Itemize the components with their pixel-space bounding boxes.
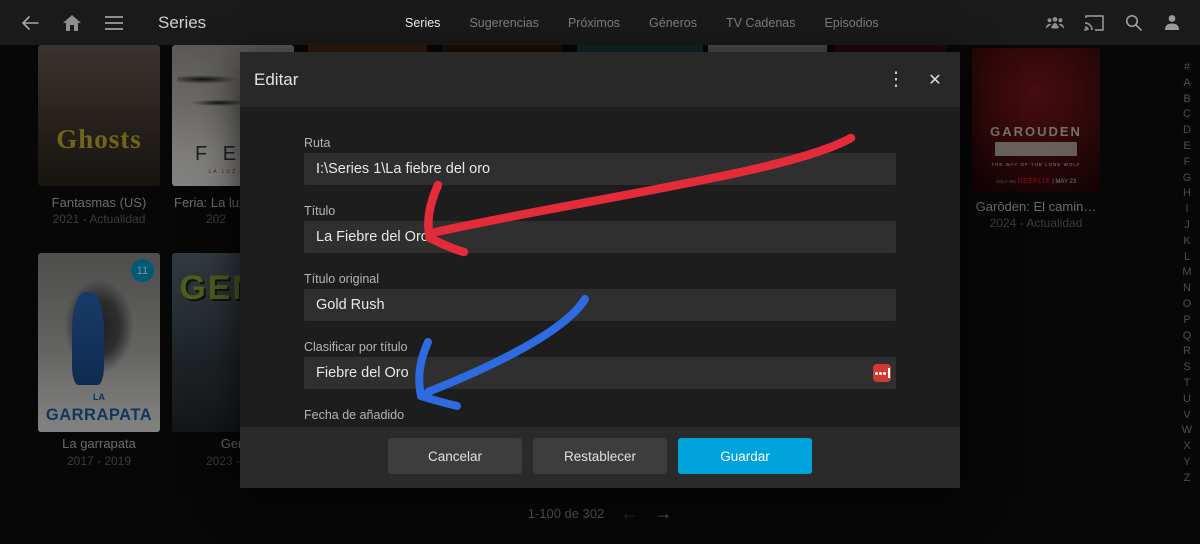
tab-sugerencias[interactable]: Sugerencias [469,16,539,30]
top-navbar: Series Series Sugerencias Próximos Géner… [0,0,1200,45]
home-icon[interactable] [62,13,82,33]
field-label-titulo-original: Título original [304,272,379,286]
autofill-extension-icon[interactable] [873,364,891,382]
clasificar-input[interactable] [304,357,896,389]
user-icon[interactable] [1162,13,1182,33]
reset-button[interactable]: Restablecer [533,438,667,474]
back-icon[interactable] [20,13,40,33]
cancel-button[interactable]: Cancelar [388,438,522,474]
close-icon[interactable]: ✕ [922,52,948,107]
field-label-clasificar: Clasificar por título [304,340,408,354]
more-options-icon[interactable]: ⋮ [884,52,908,107]
titulo-input[interactable] [304,221,896,253]
tab-tv-cadenas[interactable]: TV Cadenas [726,16,795,30]
field-label-fecha: Fecha de añadido [304,408,404,422]
save-button[interactable]: Guardar [678,438,812,474]
field-label-titulo: Título [304,204,335,218]
tab-series[interactable]: Series [405,16,440,30]
tab-proximos[interactable]: Próximos [568,16,620,30]
ruta-input[interactable] [304,153,896,185]
tab-generos[interactable]: Géneros [649,16,697,30]
app-window: Ghosts Fantasmas (US) 2021 - Actualidad … [0,0,1200,544]
syncplay-group-icon[interactable] [1045,13,1065,33]
page-title: Series [158,13,206,33]
menu-icon[interactable] [104,13,124,33]
dialog-footer: Cancelar Restablecer Guardar [240,427,960,488]
search-icon[interactable] [1123,13,1143,33]
cast-icon[interactable] [1084,13,1104,33]
tab-episodios[interactable]: Episodios [824,16,878,30]
dialog-title: Editar [254,52,298,107]
edit-dialog: Editar ⋮ ✕ Ruta Título Título original C… [240,52,960,488]
titulo-original-input[interactable] [304,289,896,321]
field-label-ruta: Ruta [304,136,330,150]
dialog-header: Editar ⋮ ✕ [240,52,960,107]
nav-tabs: Series Sugerencias Próximos Géneros TV C… [405,0,879,45]
